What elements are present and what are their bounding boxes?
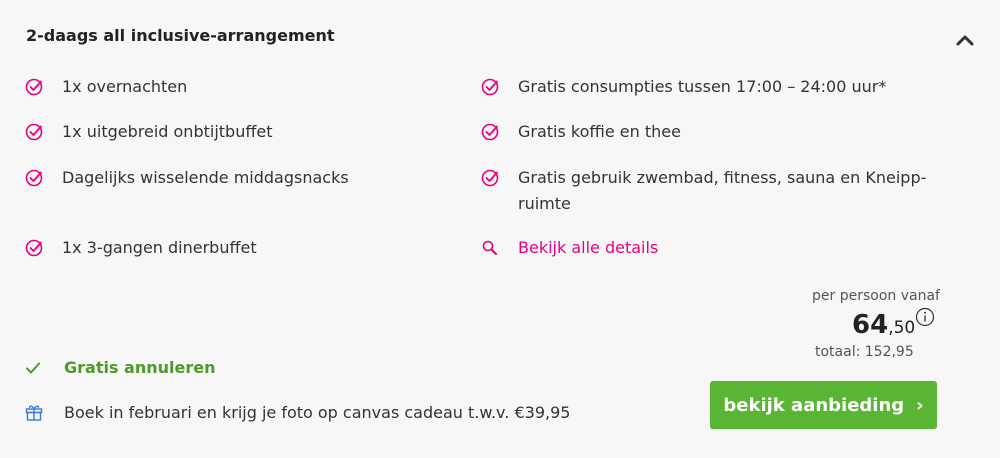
details-link-label: Bekijk alle details (518, 238, 659, 257)
check-icon (26, 362, 40, 373)
check-circle-icon (481, 123, 499, 141)
promo: Boek in februari en krijg je foto op can… (24, 402, 570, 422)
per-person-text: per persoon vanaf (812, 288, 940, 304)
check-circle-icon (25, 123, 43, 141)
gift-icon (25, 405, 43, 421)
feature-item: 1x 3-gangen dinerbuffet (24, 235, 257, 261)
info-icon[interactable] (915, 307, 935, 327)
check-circle-icon (481, 169, 499, 187)
check-circle-icon (481, 78, 499, 96)
price-per-person-label: per persoon vanaf (812, 286, 940, 306)
feature-item: 1x uitgebreid onbtijtbuffet (24, 119, 272, 145)
feature-label: Dagelijks wisselende middagsnacks (62, 168, 349, 187)
details-link[interactable]: Bekijk alle details (480, 235, 950, 261)
feature-label: Gratis koffie en thee (518, 122, 681, 141)
feature-item: Gratis koffie en thee (480, 119, 950, 145)
package-title: 2-daags all inclusive-arrangement (26, 26, 335, 45)
view-offer-label: bekijk aanbieding (723, 394, 905, 416)
check-circle-icon (25, 169, 43, 187)
price-whole: 64 (852, 310, 889, 340)
feature-item: Dagelijks wisselende middagsnacks (24, 165, 349, 191)
free-cancellation: Gratis annuleren (24, 358, 215, 377)
check-circle-icon (25, 239, 43, 257)
feature-label: Gratis gebruik zwembad, fitness, sauna e… (518, 168, 927, 213)
feature-label: 1x uitgebreid onbtijtbuffet (62, 122, 273, 141)
chevron-right-icon: › (916, 394, 924, 416)
price-total: totaal: 152,95 (815, 344, 914, 360)
feature-item: Gratis gebruik zwembad, fitness, sauna e… (480, 165, 950, 217)
price: 64,50 (852, 308, 915, 345)
free-cancellation-label: Gratis annuleren (64, 358, 216, 377)
view-offer-button[interactable]: bekijk aanbieding › (710, 381, 937, 429)
check-circle-icon (25, 78, 43, 96)
feature-label: Gratis consumpties tussen 17:00 – 24:00 … (518, 77, 887, 96)
price-cents: ,50 (888, 318, 916, 338)
chevron-up-icon[interactable] (952, 30, 978, 50)
search-icon (482, 240, 497, 255)
feature-item: Gratis consumpties tussen 17:00 – 24:00 … (480, 74, 950, 100)
feature-item: 1x overnachten (24, 74, 187, 100)
promo-label: Boek in februari en krijg je foto op can… (64, 402, 571, 422)
feature-label: 1x 3-gangen dinerbuffet (62, 238, 257, 257)
feature-label: 1x overnachten (62, 77, 188, 96)
